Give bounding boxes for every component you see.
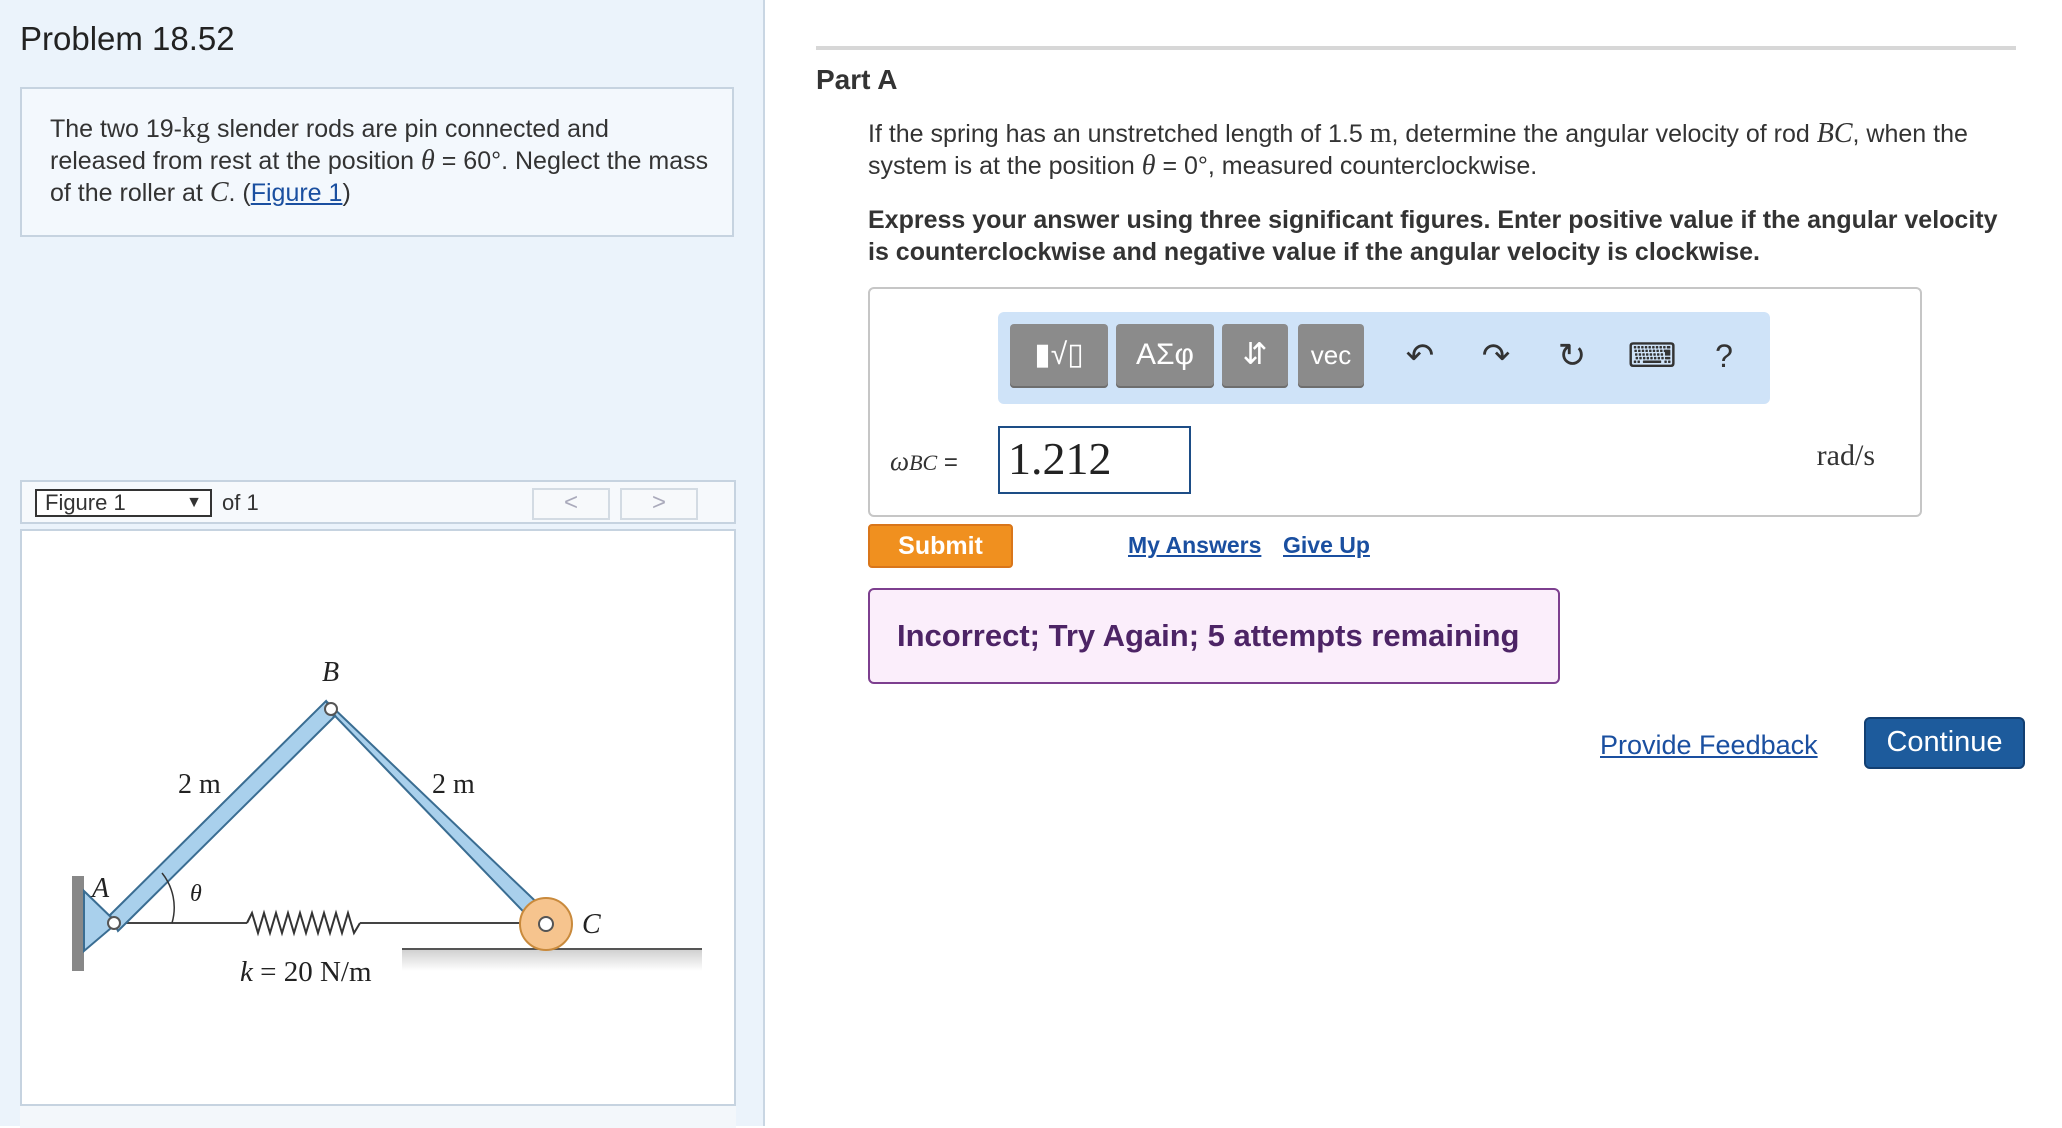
rod-bc-symbol: BC [1816, 118, 1853, 149]
question-text-part: , determine the angular velocity of rod [1391, 120, 1817, 148]
spring-k-value: = 20 N/m [253, 956, 372, 988]
point-c-symbol: C [209, 177, 229, 208]
vector-button[interactable]: vec [1298, 324, 1364, 388]
part-title: Part A [816, 64, 898, 95]
undo-icon[interactable]: ↶ [1398, 332, 1442, 380]
equals-sign: = [937, 449, 958, 476]
label-b: B [322, 657, 339, 688]
theta-symbol: θ [1141, 150, 1156, 181]
figure-navigation-bar: Figure 1 ▼ of 1 < > [20, 480, 736, 524]
theta-symbol: θ [421, 145, 435, 176]
greek-symbols-button[interactable]: ΑΣφ [1116, 324, 1214, 388]
give-up-link[interactable]: Give Up [1283, 532, 1370, 559]
rod-spring-figure: A B C θ 2 m 2 m k = 20 N/m [72, 657, 702, 988]
redo-icon[interactable]: ↷ [1474, 332, 1518, 380]
label-theta: θ [190, 881, 202, 907]
reset-icon[interactable]: ↻ [1550, 332, 1594, 380]
next-figure-button[interactable]: > [620, 488, 698, 520]
pin-a [107, 916, 121, 930]
feedback-message-text: Incorrect; Try Again; 5 attempts remaini… [897, 618, 1520, 653]
rod-bc [325, 700, 554, 933]
omega-symbol: ω [890, 446, 910, 476]
figure-select[interactable]: Figure 1 ▼ [35, 489, 212, 517]
figure-viewer: A B C θ 2 m 2 m k = 20 N/m [20, 529, 736, 1126]
question-text-part: If the spring has an unstretched length … [868, 120, 1370, 148]
figure-footer [20, 1104, 736, 1128]
label-spring-constant: k = 20 N/m [240, 956, 372, 988]
unit-m: m [1369, 118, 1392, 149]
answer-units: rad/s [1816, 439, 1875, 472]
question-text: If the spring has an unstretched length … [868, 118, 2018, 182]
provide-feedback-link[interactable]: Provide Feedback [1600, 730, 1818, 761]
problem-statement: The two 19-kg slender rods are pin conne… [50, 113, 710, 209]
label-length-bc: 2 m [432, 769, 475, 800]
math-toolbar: ▮√▯ ΑΣφ ⇵ vec ↶ ↷ ↻ ⌨ ? [998, 312, 1770, 404]
ground-surface [402, 949, 702, 971]
arrows-button[interactable]: ⇵ [1222, 324, 1288, 388]
question-text-part: = 0°, measured counterclockwise. [1155, 152, 1538, 180]
wall-support [72, 876, 84, 971]
answer-panel: Part A If the spring has an unstretched … [764, 0, 2062, 1126]
figure-select-value: Figure 1 [45, 490, 126, 515]
answer-variable-label: ωBC = [890, 446, 958, 477]
previous-figure-button[interactable]: < [532, 488, 610, 520]
label-c: C [582, 909, 601, 940]
problem-text-part: . ( [228, 179, 251, 207]
templates-button[interactable]: ▮√▯ [1010, 324, 1108, 388]
label-length-ab: 2 m [178, 769, 221, 800]
submit-button[interactable]: Submit [868, 524, 1013, 568]
chevron-left-icon: < [563, 489, 578, 516]
figure-count: of 1 [222, 490, 259, 515]
incorrect-feedback-message: Incorrect; Try Again; 5 attempts remaini… [868, 588, 1560, 684]
answer-input[interactable]: 1.212 [998, 426, 1191, 494]
omega-subscript: BC [909, 450, 938, 475]
my-answers-link[interactable]: My Answers [1128, 532, 1261, 559]
problem-panel: Problem 18.52 The two 19-kg slender rods… [0, 0, 765, 1128]
answer-instructions: Express your answer using three signific… [868, 206, 1998, 266]
figure-link[interactable]: Figure 1 [251, 179, 343, 207]
continue-button[interactable]: Continue [1864, 717, 2025, 769]
spring [246, 909, 361, 937]
keyboard-icon[interactable]: ⌨ [1624, 332, 1680, 380]
rod-ab [108, 699, 336, 933]
problem-statement-box: The two 19-kg slender rods are pin conne… [20, 87, 734, 237]
pin-b [324, 702, 338, 716]
pin-c [538, 916, 554, 932]
problem-text-part: ) [342, 179, 351, 207]
answer-box: ▮√▯ ΑΣφ ⇵ vec ↶ ↷ ↻ ⌨ ? ωBC = 1.212 rad/… [868, 287, 1922, 517]
chevron-right-icon: > [651, 489, 666, 516]
problem-title: Problem 18.52 [20, 20, 235, 57]
divider [816, 46, 2016, 50]
dropdown-arrow-icon: ▼ [186, 494, 202, 511]
problem-text-part: The two 19- [50, 115, 183, 143]
unit-kg: kg [182, 113, 211, 144]
help-button[interactable]: ? [1702, 332, 1746, 380]
label-a: A [90, 873, 110, 904]
